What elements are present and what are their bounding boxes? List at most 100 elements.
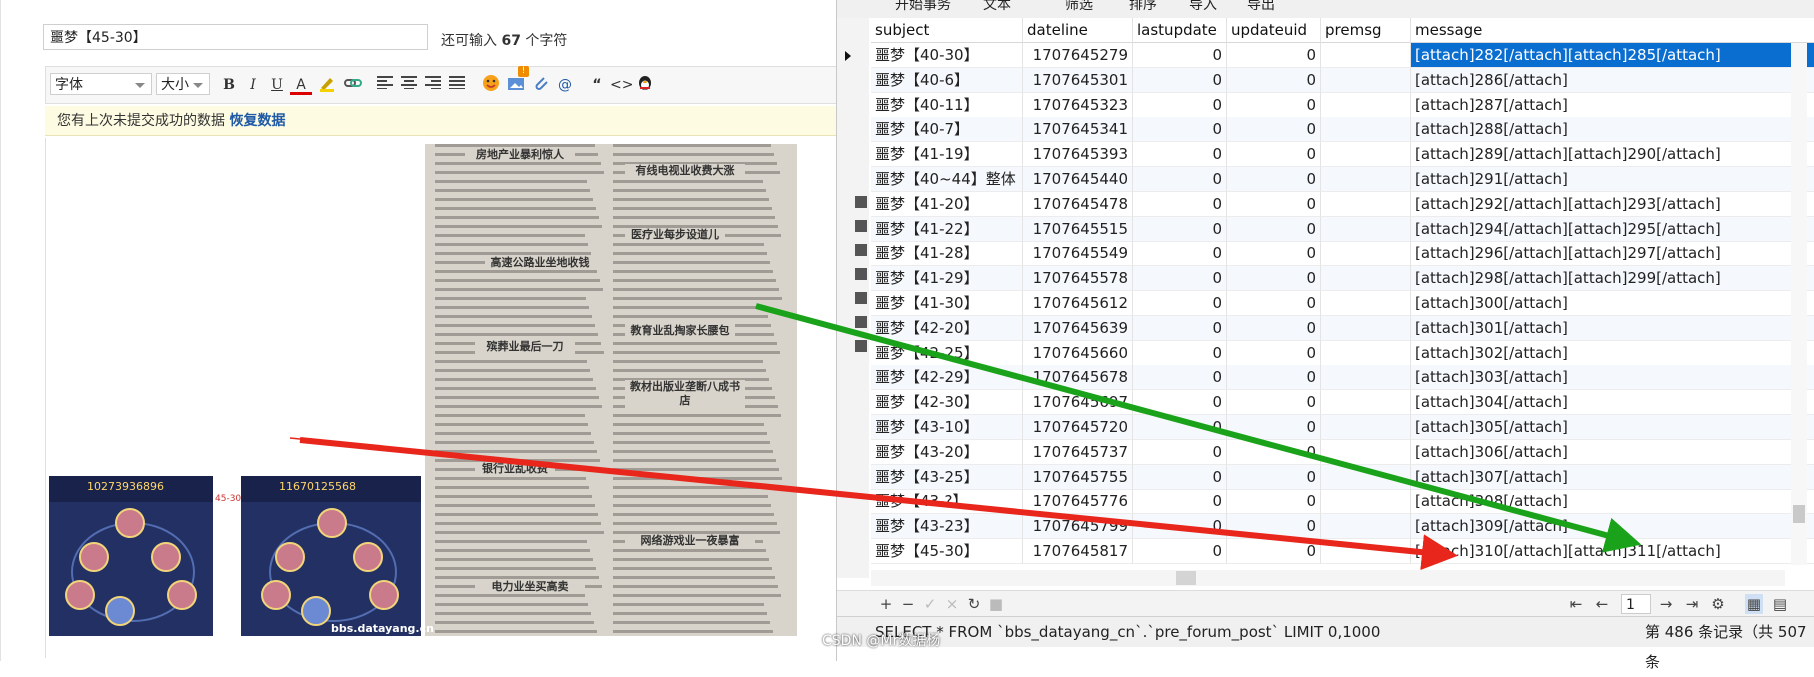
- cell-subject[interactable]: 噩梦【41-29】: [871, 266, 1023, 292]
- discard-icon[interactable]: ×: [943, 594, 961, 614]
- cell-message[interactable]: [attach]282[/attach][attach]285[/attach]: [1411, 43, 1814, 68]
- cell-premsg[interactable]: [1321, 43, 1411, 68]
- cell-lastupdate[interactable]: 0: [1133, 92, 1227, 118]
- edit-icon[interactable]: [855, 292, 867, 304]
- cell-premsg[interactable]: [1321, 241, 1411, 267]
- cell-dateline[interactable]: 1707645660: [1023, 340, 1133, 366]
- cell-message[interactable]: [attach]306[/attach]: [1411, 440, 1814, 465]
- cell-lastupdate[interactable]: 0: [1133, 216, 1227, 242]
- cell-dateline[interactable]: 1707645817: [1023, 539, 1133, 564]
- cell-updateuid[interactable]: 0: [1227, 117, 1321, 143]
- table-row[interactable]: 噩梦【43-25】 1707645755 0 0 [attach]307[/attach…: [871, 464, 1814, 490]
- cell-lastupdate[interactable]: 0: [1133, 439, 1227, 465]
- column-header-message[interactable]: message: [1411, 18, 1814, 43]
- table-row[interactable]: 噩梦【40-6】 1707645301 0 0 [attach]286[/attach]: [871, 67, 1814, 93]
- cell-subject[interactable]: 噩梦【40-7】: [871, 117, 1023, 143]
- cell-dateline[interactable]: 1707645776: [1023, 489, 1133, 515]
- cell-updateuid[interactable]: 0: [1227, 539, 1321, 564]
- refresh-icon[interactable]: ↻: [965, 594, 983, 614]
- next-page-icon[interactable]: →: [1657, 594, 1675, 614]
- cell-lastupdate[interactable]: 0: [1133, 142, 1227, 168]
- filter-button[interactable]: 筛选: [1065, 0, 1093, 14]
- export-button[interactable]: 导出: [1247, 0, 1275, 14]
- quote-button[interactable]: “: [586, 74, 608, 96]
- table-row[interactable]: 噩梦【42-30】 1707645697 0 0 [attach]304[/attach…: [871, 390, 1814, 416]
- cell-premsg[interactable]: [1321, 266, 1411, 292]
- cell-dateline[interactable]: 1707645799: [1023, 514, 1133, 540]
- import-button[interactable]: 导入: [1189, 0, 1217, 14]
- cell-premsg[interactable]: [1321, 291, 1411, 316]
- cell-updateuid[interactable]: 0: [1227, 43, 1321, 68]
- first-page-icon[interactable]: ⇤: [1567, 594, 1585, 614]
- font-color-button[interactable]: A: [290, 74, 312, 95]
- table-row[interactable]: 噩梦【43-20】 1707645737 0 0 [attach]306[/attach…: [871, 439, 1814, 465]
- cell-subject[interactable]: 噩梦【42-30】: [871, 390, 1023, 416]
- cell-subject[interactable]: 噩梦【40-30】: [871, 43, 1023, 68]
- cell-premsg[interactable]: [1321, 67, 1411, 93]
- cell-subject[interactable]: 噩梦【41-28】: [871, 241, 1023, 267]
- cell-subject[interactable]: 噩梦【43-?】: [871, 489, 1023, 515]
- cell-subject[interactable]: 噩梦【45-30】: [871, 539, 1023, 564]
- cell-updateuid[interactable]: 0: [1227, 390, 1321, 416]
- stop-icon[interactable]: ■: [987, 594, 1005, 614]
- cell-updateuid[interactable]: 0: [1227, 439, 1321, 465]
- table-row[interactable]: 噩梦【42-29】 1707645678 0 0 [attach]303[/attach…: [871, 365, 1814, 391]
- subject-input[interactable]: 噩梦【45-30】: [43, 24, 428, 50]
- cell-dateline[interactable]: 1707645515: [1023, 216, 1133, 242]
- table-row[interactable]: 噩梦【43-10】 1707645720 0 0 [attach]305[/attach…: [871, 415, 1814, 440]
- cell-message[interactable]: [attach]289[/attach][attach]290[/attach]: [1411, 142, 1814, 168]
- table-row[interactable]: 噩梦【40-11】 1707645323 0 0 [attach]287[/attach…: [871, 92, 1814, 118]
- cell-dateline[interactable]: 1707645341: [1023, 117, 1133, 143]
- cell-premsg[interactable]: [1321, 142, 1411, 168]
- bold-button[interactable]: B: [218, 74, 240, 96]
- cell-message[interactable]: [attach]310[/attach][attach]311[/attach]: [1411, 539, 1814, 564]
- edit-icon[interactable]: [855, 268, 867, 280]
- cell-message[interactable]: [attach]304[/attach]: [1411, 390, 1814, 416]
- cell-dateline[interactable]: 1707645549: [1023, 241, 1133, 267]
- attachment-button[interactable]: [530, 74, 552, 96]
- cell-message[interactable]: [attach]300[/attach]: [1411, 291, 1814, 316]
- edit-icon[interactable]: [855, 196, 867, 208]
- cell-subject[interactable]: 噩梦【40-6】: [871, 67, 1023, 93]
- cell-premsg[interactable]: [1321, 92, 1411, 118]
- link-button[interactable]: [342, 74, 364, 96]
- cell-premsg[interactable]: [1321, 439, 1411, 465]
- table-row[interactable]: 噩梦【42-25】 1707645660 0 0 [attach]302[/attach…: [871, 340, 1814, 366]
- table-row[interactable]: 噩梦【41-19】 1707645393 0 0 [attach]289[/attach…: [871, 142, 1814, 168]
- cell-lastupdate[interactable]: 0: [1133, 514, 1227, 540]
- cell-updateuid[interactable]: 0: [1227, 514, 1321, 540]
- emoji-button[interactable]: [480, 74, 502, 96]
- cell-premsg[interactable]: [1321, 514, 1411, 540]
- cell-premsg[interactable]: [1321, 340, 1411, 366]
- column-header-dateline[interactable]: dateline: [1023, 18, 1133, 43]
- edit-icon[interactable]: [855, 316, 867, 328]
- cell-premsg[interactable]: [1321, 489, 1411, 515]
- cell-lastupdate[interactable]: 0: [1133, 464, 1227, 490]
- cell-lastupdate[interactable]: 0: [1133, 43, 1227, 68]
- cell-premsg[interactable]: [1321, 117, 1411, 143]
- cell-subject[interactable]: 噩梦【42-20】: [871, 315, 1023, 341]
- cell-subject[interactable]: 噩梦【43-23】: [871, 514, 1023, 540]
- page-number-input[interactable]: 1: [1621, 594, 1651, 614]
- cell-message[interactable]: [attach]298[/attach][attach]299[/attach]: [1411, 266, 1814, 292]
- cell-premsg[interactable]: [1321, 191, 1411, 217]
- cell-updateuid[interactable]: 0: [1227, 167, 1321, 192]
- cell-dateline[interactable]: 1707645578: [1023, 266, 1133, 292]
- underline-button[interactable]: U: [266, 74, 288, 96]
- align-center-button[interactable]: [398, 74, 420, 96]
- restore-link[interactable]: 恢复数据: [229, 113, 285, 129]
- edit-icon[interactable]: [855, 220, 867, 232]
- table-row[interactable]: 噩梦【45-30】 1707645817 0 0 [attach]310[/attach…: [871, 539, 1814, 564]
- cell-premsg[interactable]: [1321, 464, 1411, 490]
- table-row[interactable]: 噩梦【41-22】 1707645515 0 0 [attach]294[/attach…: [871, 216, 1814, 242]
- cell-message[interactable]: [attach]302[/attach]: [1411, 341, 1814, 366]
- cell-updateuid[interactable]: 0: [1227, 291, 1321, 316]
- highlight-button[interactable]: [316, 74, 338, 96]
- cell-subject[interactable]: 噩梦【41-30】: [871, 291, 1023, 316]
- cell-dateline[interactable]: 1707645301: [1023, 67, 1133, 93]
- cell-subject[interactable]: 噩梦【43-25】: [871, 464, 1023, 490]
- cell-premsg[interactable]: [1321, 539, 1411, 564]
- add-record-icon[interactable]: +: [877, 594, 895, 614]
- cell-updateuid[interactable]: 0: [1227, 216, 1321, 242]
- cell-message[interactable]: [attach]305[/attach]: [1411, 415, 1814, 440]
